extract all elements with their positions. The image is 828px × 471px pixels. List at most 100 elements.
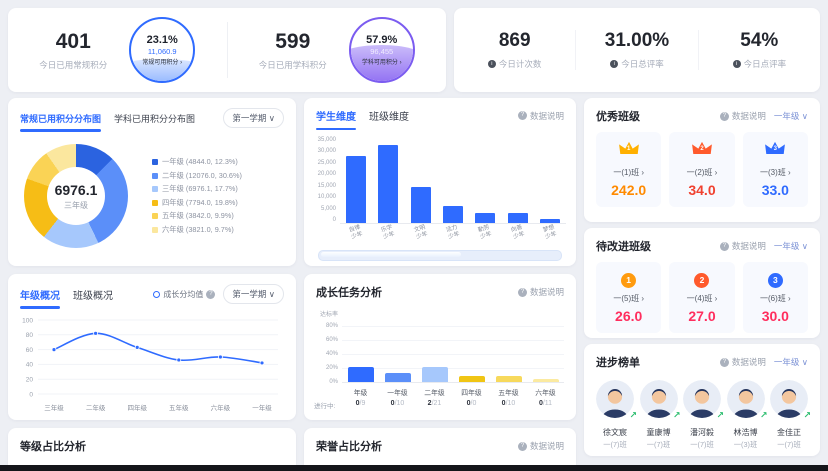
progress-student-item[interactable]: ↗林浩博一(3)班 bbox=[725, 380, 767, 450]
grade-filter-dropdown[interactable]: 一年级 ∨ bbox=[774, 356, 808, 368]
gridline bbox=[342, 340, 564, 341]
student-class: 一(7)班 bbox=[638, 440, 680, 450]
y-tick-label: 10,000 bbox=[312, 194, 336, 200]
bar-column bbox=[453, 312, 490, 382]
data-note-link[interactable]: ?数据说明 bbox=[518, 110, 564, 122]
subject-gauge-link[interactable]: 学科可用积分 › bbox=[362, 57, 402, 66]
regular-available-gauge[interactable]: 23.1% 11,060.9 常规可用积分 › bbox=[129, 17, 195, 83]
level-ratio-panel: 等级占比分析 bbox=[8, 428, 296, 470]
rank-badge: 3 bbox=[768, 273, 783, 288]
y-tick-label: 15,000 bbox=[312, 183, 336, 189]
improve-class-card[interactable]: 3一(6)班 ›30.0 bbox=[743, 262, 808, 333]
help-icon[interactable]: ? bbox=[206, 290, 215, 299]
class-score: 26.0 bbox=[598, 308, 659, 324]
data-note-link[interactable]: ?数据说明 bbox=[518, 286, 564, 298]
today-count-value: 869 bbox=[454, 30, 575, 52]
y-tick-label: 0% bbox=[329, 379, 338, 385]
donut-legend-item: 二年级 (12076.0, 30.6%) bbox=[152, 171, 242, 181]
panel-title: 进步榜单 bbox=[596, 354, 640, 370]
chart-scrollbar[interactable] bbox=[318, 250, 562, 261]
student-class: 一(7)班 bbox=[681, 440, 723, 450]
legend-swatch bbox=[152, 159, 158, 165]
progress-value[interactable]: 0/10 bbox=[379, 400, 416, 410]
bar bbox=[508, 213, 528, 223]
info-icon[interactable]: i bbox=[610, 60, 618, 68]
y-tick-label: 40% bbox=[326, 351, 338, 357]
excellent-class-card[interactable]: 1一(1)班 ›242.0 bbox=[596, 132, 661, 207]
y-tick-label: 20,000 bbox=[312, 171, 336, 177]
tab-class-overview[interactable]: 班级概况 bbox=[73, 287, 113, 302]
excellent-class-card[interactable]: 3一(3)班 ›33.0 bbox=[743, 132, 808, 207]
panel-title: 待改进班级 bbox=[596, 238, 651, 254]
crown-icon: 2 bbox=[691, 140, 713, 162]
svg-text:20: 20 bbox=[26, 377, 34, 384]
tab-student-dimension[interactable]: 学生维度 bbox=[316, 108, 356, 123]
subject-available-gauge[interactable]: 57.9% 96,455 学科可用积分 › bbox=[349, 17, 415, 83]
progress-value[interactable]: 2/21 bbox=[416, 400, 453, 410]
student-class: 一(7)班 bbox=[768, 440, 810, 450]
progress-value[interactable]: 0/11 bbox=[527, 400, 564, 410]
bar-column bbox=[416, 312, 453, 382]
data-note-link[interactable]: ?数据说明 bbox=[720, 356, 766, 368]
progress-student-item[interactable]: ↗童康博一(7)班 bbox=[638, 380, 680, 450]
bar bbox=[385, 373, 411, 382]
progress-up-arrow-icon: ↗ bbox=[803, 410, 811, 421]
help-icon: ? bbox=[518, 111, 527, 120]
grade-filter-dropdown[interactable]: 一年级 ∨ bbox=[774, 110, 808, 122]
class-name-link[interactable]: 一(2)班 › bbox=[671, 167, 732, 178]
progress-value[interactable]: 0/9 bbox=[342, 400, 379, 410]
tab-subject-distribution[interactable]: 学科已用积分分布图 bbox=[114, 112, 195, 125]
bar-column: 勤劳少年 bbox=[475, 137, 495, 223]
tab-class-dimension[interactable]: 班级维度 bbox=[369, 108, 409, 123]
bar-column: 乐学少年 bbox=[378, 137, 398, 223]
student-name: 徐文宸 bbox=[594, 427, 636, 438]
regular-gauge-link[interactable]: 常规可用积分 › bbox=[142, 57, 182, 66]
progress-student-item[interactable]: ↗金佳正一(7)班 bbox=[768, 380, 810, 450]
help-icon: ? bbox=[720, 242, 729, 251]
rank-badge: 2 bbox=[694, 273, 709, 288]
improve-class-card[interactable]: 1 一(5)班 › 26.0 bbox=[596, 262, 661, 333]
progress-student-item[interactable]: ↗徐文宸一(7)班 bbox=[594, 380, 636, 450]
bar bbox=[459, 376, 485, 382]
bar bbox=[411, 187, 431, 223]
tab-regular-distribution[interactable]: 常规已用积分分布图 bbox=[20, 112, 101, 125]
progress-value[interactable]: 0/0 bbox=[453, 400, 490, 410]
bar-column bbox=[342, 312, 379, 382]
info-icon[interactable]: i bbox=[733, 60, 741, 68]
term-filter-dropdown[interactable]: 第一学期 ∨ bbox=[223, 284, 284, 304]
data-note-link[interactable]: ?数据说明 bbox=[518, 440, 564, 452]
svg-text:六年级: 六年级 bbox=[211, 403, 231, 412]
y-tick-label: 5,000 bbox=[312, 206, 336, 212]
points-donut-chart[interactable]: 6976.1 三年级 bbox=[24, 144, 128, 248]
improve-class-card[interactable]: 2一(4)班 ›27.0 bbox=[669, 262, 734, 333]
class-name-link[interactable]: 一(4)班 › bbox=[671, 293, 732, 304]
data-note-link[interactable]: ?数据说明 bbox=[720, 110, 766, 122]
progress-student-item[interactable]: ↗潘河毅一(7)班 bbox=[681, 380, 723, 450]
scrollbar-thumb[interactable] bbox=[321, 252, 461, 257]
progress-value[interactable]: 0/10 bbox=[490, 400, 527, 410]
class-name-link[interactable]: 一(5)班 › bbox=[598, 293, 659, 304]
tab-grade-overview[interactable]: 年级概况 bbox=[20, 287, 60, 302]
donut-legend-item: 五年级 (3842.0, 9.9%) bbox=[152, 211, 242, 221]
growth-task-panel: 成长任务分析 ?数据说明 达标率80%60%40%20%0% 年级一年级二年级四… bbox=[304, 274, 576, 420]
progress-list-panel: 进步榜单 ?数据说明 一年级 ∨ ↗徐文宸一(7)班↗童康博一(7)班↗潘河毅一… bbox=[584, 344, 820, 456]
x-axis-labels: 年级一年级二年级四年级五年级六年级 bbox=[314, 387, 564, 397]
class-name-link[interactable]: 一(1)班 › bbox=[598, 167, 659, 178]
rank-badge: 1 bbox=[621, 273, 636, 288]
class-name-link[interactable]: 一(6)班 › bbox=[745, 293, 806, 304]
grade-filter-dropdown[interactable]: 一年级 ∨ bbox=[774, 240, 808, 252]
bar bbox=[348, 367, 374, 382]
info-icon[interactable]: i bbox=[488, 60, 496, 68]
y-axis: 达标率80%60%40%20%0% bbox=[314, 312, 342, 382]
class-name-link[interactable]: 一(3)班 › bbox=[745, 167, 806, 178]
today-review-stat: 54% i今日点评率 bbox=[698, 30, 820, 70]
term-filter-dropdown[interactable]: 第一学期 ∨ bbox=[223, 108, 284, 128]
excellent-class-card[interactable]: 2一(2)班 ›34.0 bbox=[669, 132, 734, 207]
y-axis-top-label: 达标率 bbox=[320, 309, 338, 318]
x-tick-label: 自律少年 bbox=[349, 225, 364, 241]
class-score: 242.0 bbox=[598, 182, 659, 198]
bar bbox=[378, 145, 398, 223]
donut-legend: 一年级 (4844.0, 12.3%)二年级 (12076.0, 30.6%)三… bbox=[152, 157, 242, 235]
x-tick-label: 年级 bbox=[342, 387, 379, 397]
data-note-link[interactable]: ?数据说明 bbox=[720, 240, 766, 252]
